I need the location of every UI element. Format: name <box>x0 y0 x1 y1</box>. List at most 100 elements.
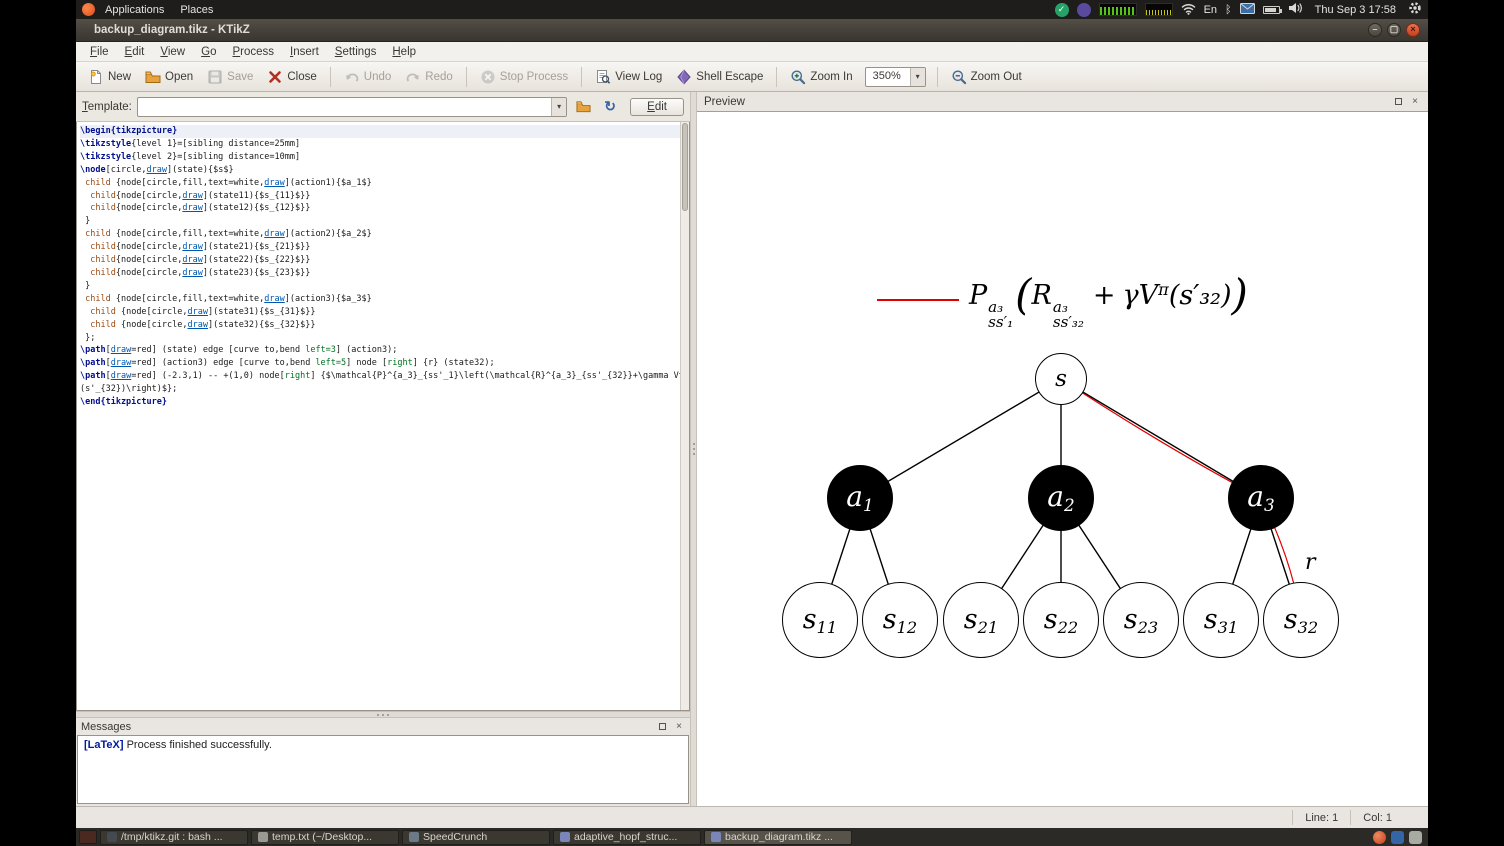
code-line-21[interactable]: (s'_{32})\right)$}; <box>80 383 680 396</box>
session-gear-icon[interactable] <box>1408 1 1422 18</box>
toolbar-separator <box>465 66 467 87</box>
statusbar-col: Col: 1 <box>1350 810 1404 825</box>
messages-panel: Messages × [LaTeX] Process finished succ… <box>76 718 690 806</box>
code-line-1[interactable]: \begin{tikzpicture} <box>80 125 680 138</box>
code-line-6[interactable]: child{node[circle,draw](state11){$s_{11}… <box>80 190 680 203</box>
zoom-level-combobox[interactable]: 350% ▾ <box>864 66 926 87</box>
window-list-taskbar: /tmp/ktikz.git : bash ... temp.txt (~/Des… <box>76 828 1428 846</box>
text-editor-icon <box>258 832 268 842</box>
code-line-16[interactable]: child {node[circle,draw](state32){$s_{32… <box>80 319 680 332</box>
template-reload-icon[interactable]: ↻ <box>599 96 621 118</box>
stop-button: Stop Process <box>474 66 574 88</box>
taskbar-icon-1[interactable] <box>1373 830 1386 844</box>
taskbar-item[interactable]: temp.txt (~/Desktop... <box>251 829 399 845</box>
battery-icon[interactable] <box>1262 5 1282 14</box>
tree-node-s32: s32 <box>1263 582 1339 658</box>
taskbar-item[interactable]: backup_diagram.tikz ... <box>704 829 852 845</box>
preview-close-icon[interactable]: × <box>1409 96 1421 108</box>
code-line-18[interactable]: \path[draw=red] (state) edge [curve to,b… <box>80 344 680 357</box>
toolbar-separator <box>936 66 938 87</box>
maximize-button[interactable]: ▢ <box>1387 23 1401 37</box>
wifi-icon[interactable] <box>1181 2 1196 18</box>
applications-menu[interactable]: Applications <box>97 4 172 16</box>
editor-messages-splitter[interactable] <box>76 711 690 718</box>
ubuntu-logo-icon[interactable] <box>82 3 95 16</box>
messages-close-icon[interactable]: × <box>673 721 685 733</box>
code-line-5[interactable]: child {node[circle,fill,text=white,draw]… <box>80 177 680 190</box>
undo-icon <box>344 69 360 85</box>
taskbar-item[interactable]: adaptive_hopf_struc... <box>553 829 701 845</box>
taskbar-icon-2[interactable] <box>1391 830 1404 844</box>
taskbar-item-label: /tmp/ktikz.git : bash ... <box>121 831 223 843</box>
preview-float-icon[interactable] <box>1392 96 1404 108</box>
code-line-12[interactable]: child{node[circle,draw](state23){$s_{23}… <box>80 267 680 280</box>
code-line-22[interactable]: \end{tikzpicture} <box>80 396 680 409</box>
editor-preview-splitter[interactable] <box>690 92 697 806</box>
close-label: Close <box>287 70 317 83</box>
code-line-9[interactable]: child {node[circle,fill,text=white,draw]… <box>80 228 680 241</box>
new-button[interactable]: New <box>82 66 137 88</box>
taskbar-item[interactable]: /tmp/ktikz.git : bash ... <box>100 829 248 845</box>
menu-help[interactable]: Help <box>384 45 424 59</box>
menu-settings[interactable]: Settings <box>327 45 385 59</box>
minimize-button[interactable]: – <box>1368 23 1382 37</box>
code-line-14[interactable]: child {node[circle,fill,text=white,draw]… <box>80 293 680 306</box>
viewlog-button[interactable]: View Log <box>589 66 668 88</box>
code-line-15[interactable]: child {node[circle,draw](state31){$s_{31… <box>80 306 680 319</box>
code-area[interactable]: \begin{tikzpicture} \tikzstyle{level 1}=[… <box>77 122 680 710</box>
places-menu[interactable]: Places <box>172 4 221 16</box>
code-line-17[interactable]: }; <box>80 332 680 345</box>
menu-insert[interactable]: Insert <box>282 45 327 59</box>
panel-clock[interactable]: Thu Sep 3 17:58 <box>1311 4 1400 16</box>
show-desktop-button[interactable] <box>79 830 97 844</box>
code-line-11[interactable]: child{node[circle,draw](state22){$s_{22}… <box>80 254 680 267</box>
code-line-10[interactable]: child{node[circle,draw](state21){$s_{21}… <box>80 241 680 254</box>
update-ok-icon[interactable]: ✓ <box>1054 2 1069 17</box>
taskbar-icon-3[interactable] <box>1409 830 1422 844</box>
indicator-applet-icon[interactable] <box>1076 2 1091 17</box>
editor-vertical-scrollbar[interactable] <box>680 122 689 710</box>
bluetooth-icon[interactable]: ᛒ <box>1225 3 1232 16</box>
menu-go[interactable]: Go <box>193 45 224 59</box>
mail-icon[interactable] <box>1239 2 1255 17</box>
scrollbar-thumb[interactable] <box>682 123 688 211</box>
cpu-monitor-applet[interactable] <box>1098 3 1137 16</box>
menu-view[interactable]: View <box>152 45 193 59</box>
messages-float-icon[interactable] <box>656 721 668 733</box>
code-line-3[interactable]: \tikzstyle{level 2}=[sibling distance=10… <box>80 151 680 164</box>
code-line-8[interactable]: } <box>80 215 680 228</box>
formula-red-line <box>877 299 959 302</box>
template-edit-button[interactable]: Edit <box>630 97 684 116</box>
template-combobox[interactable]: ▾ <box>136 96 568 117</box>
save-icon <box>207 69 223 85</box>
zoomout-button[interactable]: Zoom Out <box>945 66 1028 88</box>
network-monitor-applet[interactable] <box>1144 3 1173 16</box>
preview-title: Preview <box>704 95 745 108</box>
code-line-7[interactable]: child{node[circle,draw](state12){$s_{12}… <box>80 202 680 215</box>
keyboard-layout-indicator[interactable]: En <box>1204 4 1217 16</box>
zoomin-button[interactable]: Zoom In <box>784 66 858 88</box>
ktikz-document-icon <box>711 832 721 842</box>
close-window-button[interactable]: × <box>1406 23 1420 37</box>
code-line-4[interactable]: \node[circle,draw](state){$s$} <box>80 164 680 177</box>
code-line-19[interactable]: \path[draw=red] (action3) edge [curve to… <box>80 357 680 370</box>
code-line-13[interactable]: } <box>80 280 680 293</box>
preview-canvas[interactable]: r s a1 a2 a3 s11 s12 s21 s22 s23 s31 s32 Pa₃ ss′₁ (R… <box>697 111 1428 806</box>
code-line-20[interactable]: \path[draw=red] (-2.3,1) -- +(1,0) node[… <box>80 370 680 383</box>
code-line-2[interactable]: \tikzstyle{level 1}=[sibling distance=25… <box>80 138 680 151</box>
taskbar-item[interactable]: SpeedCrunch <box>402 829 550 845</box>
menu-file[interactable]: File <box>82 45 117 59</box>
toolbar-separator <box>329 66 331 87</box>
shellescape-button[interactable]: Shell Escape <box>670 66 769 88</box>
volume-icon[interactable] <box>1288 2 1303 17</box>
close-button[interactable]: Close <box>261 66 322 88</box>
taskbar-item-label: temp.txt (~/Desktop... <box>272 831 373 843</box>
zoom-dropdown-arrow[interactable]: ▾ <box>909 67 925 86</box>
menu-process[interactable]: Process <box>224 45 282 59</box>
menu-edit[interactable]: Edit <box>117 45 153 59</box>
code-editor[interactable]: \begin{tikzpicture} \tikzstyle{level 1}=[… <box>76 122 690 711</box>
template-browse-button[interactable] <box>572 96 594 118</box>
open-button[interactable]: Open <box>139 66 199 88</box>
template-dropdown-arrow[interactable]: ▾ <box>551 97 567 116</box>
window-titlebar[interactable]: backup_diagram.tikz - KTikZ – ▢ × <box>76 19 1428 42</box>
